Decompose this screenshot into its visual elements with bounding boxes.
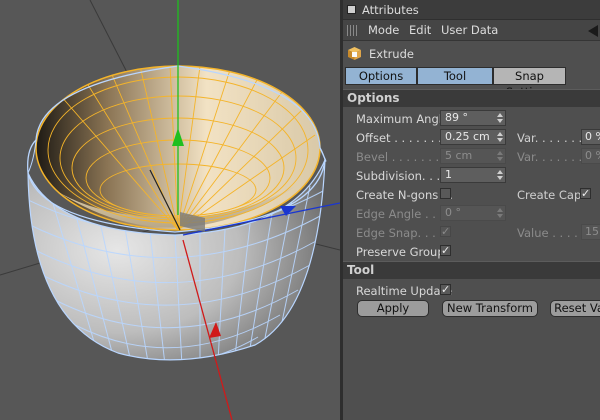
create-ngons-checkbox[interactable] xyxy=(440,188,451,199)
viewport-3d[interactable] xyxy=(0,0,340,420)
section-tool[interactable]: Tool xyxy=(343,261,600,279)
realtime-update-checkbox[interactable]: ✓ xyxy=(440,284,451,295)
var-offset-field[interactable]: 0 % xyxy=(581,129,600,145)
back-arrow-icon[interactable] xyxy=(588,25,598,37)
maximum-angle-value: 89 ° xyxy=(445,111,468,124)
attributes-titlebar: Attributes xyxy=(343,0,600,20)
var-bevel-field[interactable]: 0 % xyxy=(581,148,600,164)
edge-angle-field[interactable]: 0 ° xyxy=(440,205,506,221)
tab-tool[interactable]: Tool xyxy=(417,67,493,85)
edge-angle-value: 0 ° xyxy=(445,206,461,219)
maximum-angle-field[interactable]: 89 ° xyxy=(440,110,506,126)
section-options[interactable]: Options xyxy=(343,89,600,107)
tab-options[interactable]: Options xyxy=(345,67,417,85)
attributes-panel: Attributes Mode Edit User Data Extrude O… xyxy=(343,0,600,420)
snap-value-field[interactable]: 15 xyxy=(581,224,600,240)
label-offset: Offset . . . . . . . . xyxy=(356,131,450,145)
attributes-menubar: Mode Edit User Data xyxy=(343,20,600,41)
menu-user-data[interactable]: User Data xyxy=(441,23,498,37)
subdivision-value: 1 xyxy=(445,168,452,181)
edge-snap-checkbox[interactable]: ✓ xyxy=(440,226,451,237)
label-var-bevel: Var. . . . . . . xyxy=(517,150,583,164)
panel-menu-square-icon[interactable] xyxy=(347,5,356,14)
label-edge-angle: Edge Angle . . . . xyxy=(356,207,451,221)
label-subdivision: Subdivision. . . . xyxy=(356,169,448,183)
menu-edit[interactable]: Edit xyxy=(409,23,431,37)
grip-icon[interactable] xyxy=(347,25,359,36)
preserve-groups-checkbox[interactable]: ✓ xyxy=(440,245,451,256)
create-caps-checkbox[interactable]: ✓ xyxy=(580,188,591,199)
bevel-value: 5 cm xyxy=(445,149,473,162)
subdivision-field[interactable]: 1 xyxy=(440,167,506,183)
label-preserve-groups: Preserve Groups xyxy=(356,245,451,259)
label-snap-value: Value . . . . . xyxy=(517,226,586,240)
label-maximum-angle: Maximum Angle xyxy=(356,112,450,126)
spinner-icon[interactable] xyxy=(497,151,503,161)
tab-snap-settings[interactable]: Snap Settings xyxy=(493,67,566,99)
label-var-offset: Var. . . . . . . xyxy=(517,131,583,145)
spinner-icon[interactable] xyxy=(497,113,503,123)
label-create-caps: Create Caps xyxy=(517,188,588,202)
label-realtime-update: Realtime Update xyxy=(356,284,453,298)
panel-title: Attributes xyxy=(362,3,419,17)
label-edge-snap: Edge Snap. . . . . xyxy=(356,226,451,240)
offset-value: 0.25 cm xyxy=(445,130,490,143)
menu-mode[interactable]: Mode xyxy=(368,23,399,37)
bevel-field[interactable]: 5 cm xyxy=(440,148,506,164)
spinner-icon[interactable] xyxy=(497,132,503,142)
viewport-scene[interactable] xyxy=(0,0,340,420)
label-create-ngons: Create N-gons . . xyxy=(356,188,453,202)
object-header: Extrude xyxy=(343,43,600,65)
label-bevel: Bevel . . . . . . . . xyxy=(356,150,447,164)
extrude-tool-icon xyxy=(348,47,361,60)
spinner-icon[interactable] xyxy=(497,208,503,218)
spinner-icon[interactable] xyxy=(497,170,503,180)
reset-values-button[interactable]: Reset Va xyxy=(550,300,600,317)
apply-button[interactable]: Apply xyxy=(357,300,429,317)
object-name: Extrude xyxy=(369,47,414,61)
offset-field[interactable]: 0.25 cm xyxy=(440,129,506,145)
new-transform-button[interactable]: New Transform xyxy=(442,300,538,317)
